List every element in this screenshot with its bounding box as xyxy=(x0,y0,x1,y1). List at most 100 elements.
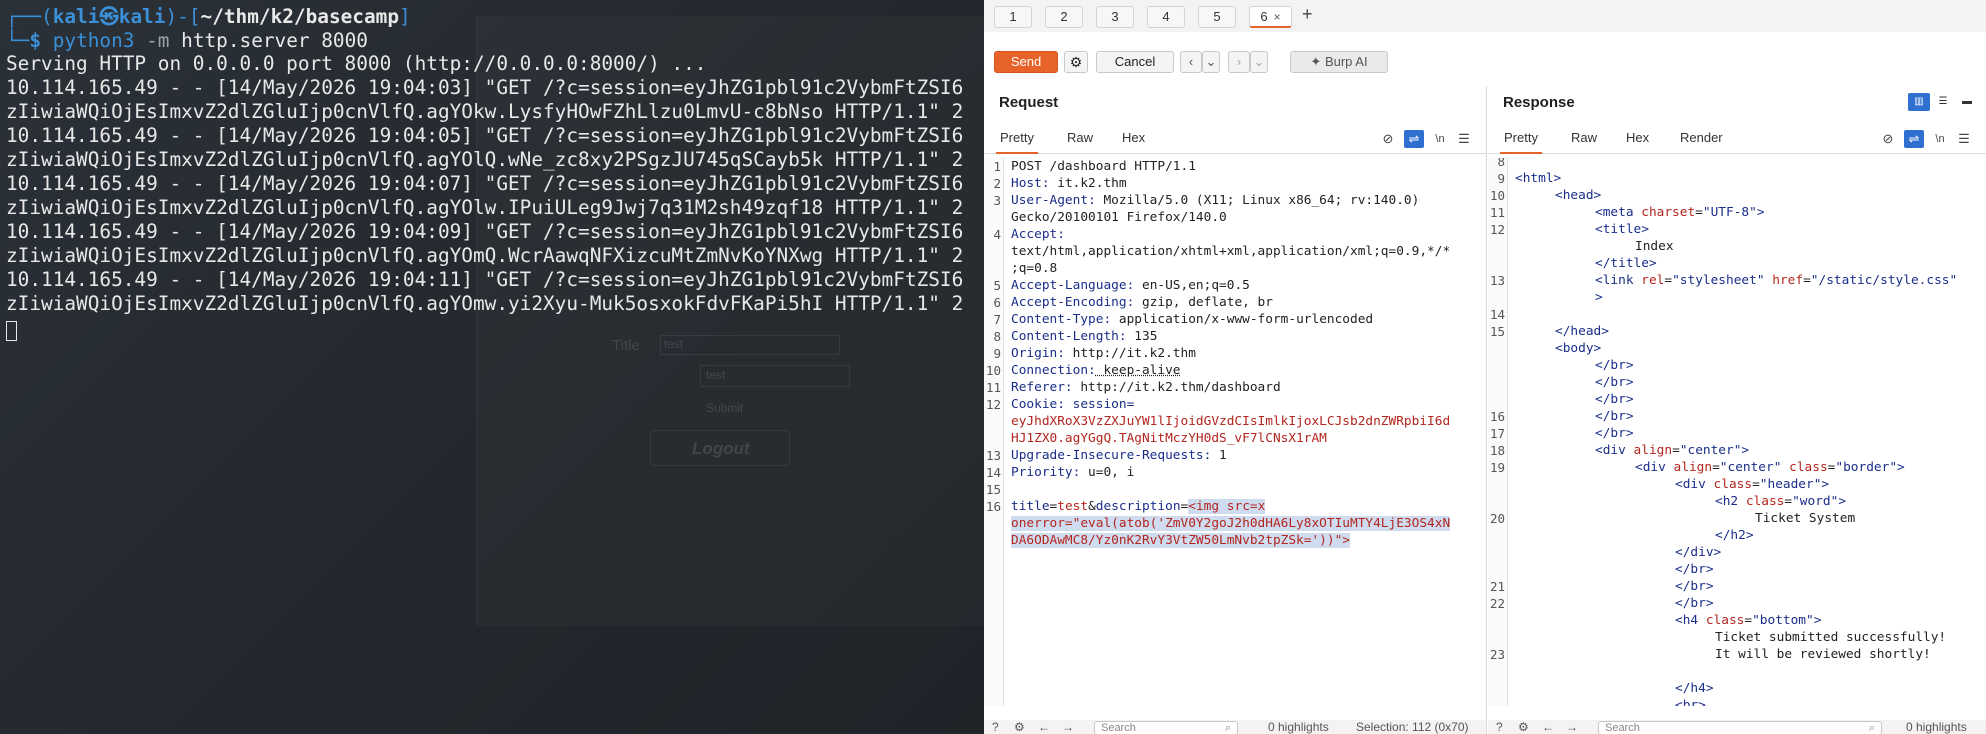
response-line: <div class="header"> xyxy=(1675,477,1830,492)
prompt-user: kali㉿kali xyxy=(52,5,166,28)
history-forward-dropdown-icon[interactable]: ⌄ xyxy=(1250,51,1268,73)
ghost-title-value: test xyxy=(664,337,684,351)
terminal-output-line: 10.114.165.49 - - [14/May/2026 19:04:03]… xyxy=(6,76,964,99)
layout-side-by-side-icon[interactable]: ▥ xyxy=(1908,93,1930,111)
add-tab-button[interactable]: + xyxy=(1302,4,1313,25)
prompt-line-2: └─$ python3 -m http.server 8000 xyxy=(6,29,368,52)
repeater-tab-2[interactable]: 2 xyxy=(1045,6,1083,28)
request-line: Content-Type: application/x-www-form-url… xyxy=(1011,312,1374,327)
burp-ai-button[interactable]: ✦ Burp AI xyxy=(1290,51,1388,73)
request-tab-pretty[interactable]: Pretty xyxy=(996,130,1038,154)
terminal-cursor-line[interactable] xyxy=(6,319,17,341)
prompt-path: ~/thm/k2/basecamp xyxy=(200,5,399,28)
terminal-output-line: Serving HTTP on 0.0.0.0 port 8000 (http:… xyxy=(6,52,707,75)
terminal-output-line: 10.114.165.49 - - [14/May/2026 19:04:11]… xyxy=(6,268,964,291)
show-newlines-icon[interactable]: \n xyxy=(1430,130,1450,148)
terminal-output-line: 10.114.165.49 - - [14/May/2026 19:04:09]… xyxy=(6,220,964,243)
response-line: </h2> xyxy=(1715,528,1754,543)
response-line: </br> xyxy=(1675,596,1714,611)
repeater-tab-4[interactable]: 4 xyxy=(1147,6,1185,28)
cookie-value-line: HJ1ZX0.agYGgQ.TAgNitMczYH0dS_vF7lCNsX1rA… xyxy=(1011,431,1327,446)
response-tab-hex[interactable]: Hex xyxy=(1622,130,1653,154)
response-line: </br> xyxy=(1675,579,1714,594)
response-pane: Response ▥ ☰ ▬ Pretty Raw Hex Render ⊘ ⇌… xyxy=(1488,86,1986,734)
response-line: <div align="center"> xyxy=(1595,443,1750,458)
search-prev-icon[interactable]: ← xyxy=(1038,720,1050,734)
history-back-dropdown-icon[interactable]: ⌄ xyxy=(1202,51,1220,73)
request-tab-hex[interactable]: Hex xyxy=(1118,130,1149,154)
word-wrap-icon[interactable]: ⇌ xyxy=(1904,130,1924,148)
repeater-tab-5[interactable]: 5 xyxy=(1198,6,1236,28)
request-line: Host: it.k2.thm xyxy=(1011,176,1127,191)
cancel-button[interactable]: Cancel xyxy=(1096,51,1174,73)
request-line: Upgrade-Insecure-Requests: 1 xyxy=(1011,448,1227,463)
search-icon: ⌕ xyxy=(1224,722,1231,734)
word-wrap-icon[interactable]: ⇌ xyxy=(1404,130,1424,148)
send-button[interactable]: Send xyxy=(994,51,1058,73)
response-line: > xyxy=(1595,290,1603,305)
command-program: python3 xyxy=(52,29,135,52)
repeater-tab-bar: 1 2 3 4 5 6 × + xyxy=(984,0,1986,32)
request-line: Cookie: session= xyxy=(1011,397,1135,412)
response-tab-pretty[interactable]: Pretty xyxy=(1500,130,1542,154)
repeater-tab-3[interactable]: 3 xyxy=(1096,6,1134,28)
help-icon[interactable]: ? xyxy=(1496,720,1503,734)
help-icon[interactable]: ? xyxy=(992,720,999,734)
request-line: Referer: http://it.k2.thm/dashboard xyxy=(1011,380,1281,395)
request-search-input[interactable]: Search ⌕ xyxy=(1094,721,1238,734)
response-line: <h4 class="bottom"> xyxy=(1675,613,1822,628)
request-tab-raw[interactable]: Raw xyxy=(1063,130,1097,154)
response-line: <div align="center" class="border"> xyxy=(1635,460,1905,475)
response-line: <meta charset="UTF-8"> xyxy=(1595,205,1765,220)
cookie-value-line: eyJhdXRoX3VzZXJuYW1lIjoidGVzdCIsImlkIjox… xyxy=(1011,414,1451,429)
response-line: </head> xyxy=(1555,324,1609,339)
response-line: Ticket System xyxy=(1755,511,1856,526)
response-line: <h2 class="word"> xyxy=(1715,494,1847,509)
response-search-input[interactable]: Search ⌕ xyxy=(1598,721,1882,734)
request-title: Request xyxy=(999,94,1059,111)
burp-repeater: 1 2 3 4 5 6 × + Send ⚙ Cancel ‹ ⌄ › ⌄ ✦ B… xyxy=(984,0,1986,734)
search-next-icon[interactable]: → xyxy=(1566,720,1578,734)
search-next-icon[interactable]: → xyxy=(1062,720,1074,734)
show-newlines-icon[interactable]: \n xyxy=(1930,130,1950,148)
ghost-submit: Submit xyxy=(706,401,744,415)
response-status-bar: ? ⚙ ← → Search ⌕ 0 highlights xyxy=(1488,720,1986,734)
terminal-output-line: 10.114.165.49 - - [14/May/2026 19:04:05]… xyxy=(6,124,964,147)
history-forward-icon[interactable]: › xyxy=(1228,51,1250,73)
prompt-line-1: ┌──(kali㉿kali)-[~/thm/k2/basecamp] xyxy=(6,5,411,28)
repeater-tab-1[interactable]: 1 xyxy=(994,6,1032,28)
hide-nonprintable-icon[interactable]: ⊘ xyxy=(1378,130,1398,148)
response-menu-icon[interactable]: ☰ xyxy=(1954,130,1974,148)
terminal-output-line: zIiwiaWQiOjEsImxvZ2dlZGluIjp0cnVlfQ.agYO… xyxy=(6,100,964,123)
layout-top-bottom-icon[interactable]: ☰ xyxy=(1932,93,1954,111)
history-back-icon[interactable]: ‹ xyxy=(1180,51,1202,73)
search-settings-gear-icon[interactable]: ⚙ xyxy=(1518,720,1529,734)
request-editor[interactable]: 1 2 3 4 5 6 7 8 9 10 11 12 13 14 15 16 P… xyxy=(984,158,1486,706)
hide-nonprintable-icon[interactable]: ⊘ xyxy=(1878,130,1898,148)
background-ticket-form-ghost: Title test test Submit Logout xyxy=(600,335,860,475)
response-tab-render[interactable]: Render xyxy=(1676,130,1727,154)
repeater-tab-6[interactable]: 6 × xyxy=(1249,6,1292,28)
terminal-window[interactable]: Title test test Submit Logout ┌──(kali㉿k… xyxy=(0,0,984,734)
response-line: </br> xyxy=(1595,426,1634,441)
response-tab-raw[interactable]: Raw xyxy=(1567,130,1601,154)
terminal-output-line: zIiwiaWQiOjEsImxvZ2dlZGluIjp0cnVlfQ.agYO… xyxy=(6,148,964,171)
terminal-output-line: zIiwiaWQiOjEsImxvZ2dlZGluIjp0cnVlfQ.agYO… xyxy=(6,196,964,219)
response-line: </br> xyxy=(1595,392,1634,407)
search-settings-gear-icon[interactable]: ⚙ xyxy=(1014,720,1025,734)
request-line: Gecko/20100101 Firefox/140.0 xyxy=(1011,210,1227,225)
request-line: text/html,application/xhtml+xml,applicat… xyxy=(1011,244,1451,259)
layout-tabs-icon[interactable]: ▬ xyxy=(1956,93,1978,111)
response-line: </h4> xyxy=(1675,681,1714,696)
response-line: </br> xyxy=(1595,375,1634,390)
repeater-toolbar: Send ⚙ Cancel ‹ ⌄ › ⌄ ✦ Burp AI xyxy=(984,44,1986,74)
terminal-output-line: 10.114.165.49 - - [14/May/2026 19:04:07]… xyxy=(6,172,964,195)
response-editor[interactable]: 8 9 10 11 12 13 14 15 16 17 18 19 20 21 … xyxy=(1488,158,1986,706)
request-line: Accept: xyxy=(1011,227,1065,242)
close-tab-icon[interactable]: × xyxy=(1274,10,1281,24)
request-menu-icon[interactable]: ☰ xyxy=(1454,130,1474,148)
response-line: <head> xyxy=(1555,188,1602,203)
command-args: http.server 8000 xyxy=(181,29,368,52)
send-options-gear-icon[interactable]: ⚙ xyxy=(1064,51,1088,73)
search-prev-icon[interactable]: ← xyxy=(1542,720,1554,734)
